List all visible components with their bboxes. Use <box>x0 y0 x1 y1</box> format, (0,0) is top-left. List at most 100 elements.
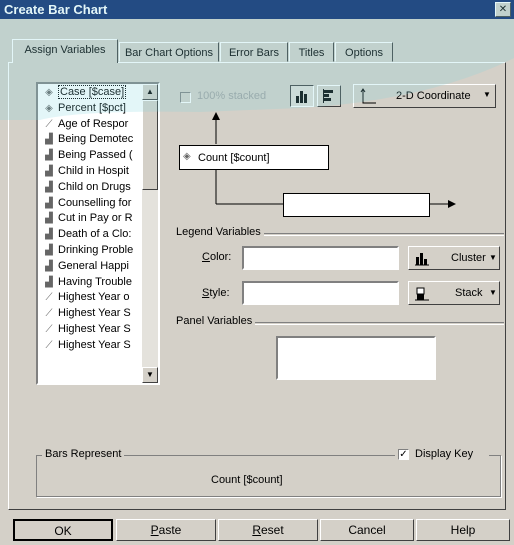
chevron-down-icon: ▼ <box>489 253 497 262</box>
coordinate-label: 2-D Coordinate <box>396 90 471 102</box>
style-field[interactable] <box>242 281 399 305</box>
y-axis-value: Count [$count] <box>198 152 270 164</box>
scroll-down-icon[interactable]: ▼ <box>142 367 158 383</box>
cancel-button[interactable]: Cancel <box>320 519 414 541</box>
legend-title: Legend Variables <box>173 226 264 238</box>
coordinate-dropdown[interactable]: 2-D Coordinate ▼ <box>353 84 496 108</box>
nominal-icon: ▟ <box>45 260 53 272</box>
scale-icon: ◈ <box>183 151 191 162</box>
tab-bar-chart-options[interactable]: Bar Chart Options <box>119 42 219 62</box>
list-item-label: Highest Year S <box>58 322 131 335</box>
list-item[interactable]: ▟ Death of a Clo: <box>38 226 158 242</box>
list-item[interactable]: ▟ Cut in Pay or R <box>38 210 158 226</box>
nominal-icon: ▟ <box>45 197 53 209</box>
list-item[interactable]: ◈ Percent [$pct] <box>38 100 158 116</box>
list-item-label: Child on Drugs <box>58 180 131 193</box>
nominal-icon: ▟ <box>45 134 53 146</box>
cluster-label: Cluster <box>451 252 486 264</box>
nominal-icon: ▟ <box>45 150 53 162</box>
stacked-label: 100% stacked <box>197 90 267 102</box>
scale-icon: ◈ <box>45 87 53 98</box>
list-item[interactable]: ▟ Child in Hospit <box>38 163 158 179</box>
axes-icon <box>360 88 376 104</box>
ruler-icon: ⟋ <box>45 323 53 335</box>
variable-list-scrollbar[interactable]: ▲ ▼ <box>142 84 158 383</box>
list-item[interactable]: ▟ Being Passed ( <box>38 147 158 163</box>
nominal-icon: ▟ <box>45 276 53 288</box>
x-axis-field[interactable] <box>283 193 430 217</box>
display-key-wrap: ✓ Display Key <box>395 448 489 462</box>
list-item-label: Drinking Proble <box>58 243 134 256</box>
list-item[interactable]: ⟋ Highest Year S <box>38 337 158 353</box>
list-item-label: Being Demotec <box>58 133 134 146</box>
list-item[interactable]: ▟ Child on Drugs <box>38 179 158 195</box>
scroll-up-icon[interactable]: ▲ <box>142 84 158 100</box>
list-item[interactable]: ⟋ Highest Year S <box>38 305 158 321</box>
style-label: Style: <box>202 287 230 299</box>
list-item[interactable]: ▟ Drinking Proble <box>38 242 158 258</box>
color-label: Color: <box>202 251 232 263</box>
list-item-label: Highest Year S <box>58 307 131 320</box>
list-item-label: Having Trouble <box>58 275 132 288</box>
list-item[interactable]: ⟋ Highest Year S <box>38 321 158 337</box>
list-item[interactable]: ▟ Counselling for <box>38 195 158 211</box>
close-icon[interactable]: ✕ <box>495 2 511 17</box>
cluster-icon <box>415 253 429 266</box>
display-key-checkbox[interactable]: ✓ <box>398 449 409 460</box>
list-item[interactable]: ▟ General Happi <box>38 258 158 274</box>
horizontal-bars-button[interactable] <box>317 85 341 107</box>
list-item-label: Case [$case] <box>58 85 127 99</box>
help-button[interactable]: Help <box>416 519 510 541</box>
tab-assign-variables[interactable]: Assign Variables <box>12 39 118 63</box>
nominal-icon: ▟ <box>45 165 53 177</box>
tab-options[interactable]: Options <box>335 42 393 62</box>
list-item[interactable]: ▟ Being Demotec <box>38 131 158 147</box>
list-item-label: Cut in Pay or R <box>58 212 133 225</box>
window-title: Create Bar Chart <box>4 2 108 17</box>
panel-field[interactable] <box>276 336 436 380</box>
list-item-label: Death of a Clo: <box>58 228 132 241</box>
list-item[interactable]: ⟋ Highest Year o <box>38 289 158 305</box>
stack-icon <box>415 287 429 301</box>
list-item-label: Percent [$pct] <box>58 101 126 114</box>
list-item-label: Counselling for <box>58 196 132 209</box>
stack-label: Stack <box>455 287 483 299</box>
display-key-label: Display Key <box>415 448 474 460</box>
nominal-icon: ▟ <box>45 213 53 225</box>
ok-button[interactable]: OK <box>13 519 113 541</box>
list-item-label: Highest Year o <box>58 291 130 304</box>
paste-button[interactable]: Paste <box>116 519 216 541</box>
panel-title: Panel Variables <box>173 315 256 327</box>
reset-button[interactable]: Reset <box>218 519 318 541</box>
list-item-label: Age of Respor <box>58 117 129 130</box>
color-field[interactable] <box>242 246 399 270</box>
tab-error-bars[interactable]: Error Bars <box>220 42 288 62</box>
cluster-dropdown[interactable]: Cluster ▼ <box>408 246 500 270</box>
list-item-label: Being Passed ( <box>58 149 133 162</box>
vertical-bars-icon <box>296 91 307 103</box>
scale-icon: ◈ <box>45 102 53 114</box>
ruler-icon: ⟋ <box>45 292 53 304</box>
stacked-checkbox[interactable] <box>180 92 191 103</box>
list-item[interactable]: ⟋ Age of Respor <box>38 116 158 132</box>
chevron-down-icon: ▼ <box>483 90 491 99</box>
list-item-label: Child in Hospit <box>58 164 129 177</box>
bars-represent-title: Bars Represent <box>42 448 125 460</box>
vertical-bars-button[interactable] <box>290 85 314 107</box>
nominal-icon: ▟ <box>45 181 53 193</box>
tab-titles[interactable]: Titles <box>289 42 334 62</box>
nominal-icon: ▟ <box>45 229 53 241</box>
stack-dropdown[interactable]: Stack ▼ <box>408 281 500 305</box>
list-item[interactable]: ▟ Having Trouble <box>38 274 158 290</box>
ruler-icon: ⟋ <box>45 308 53 320</box>
chevron-down-icon: ▼ <box>489 288 497 297</box>
horizontal-bars-icon <box>323 89 333 103</box>
nominal-icon: ▟ <box>45 244 53 256</box>
y-axis-field[interactable]: ◈ Count [$count] <box>179 145 329 170</box>
list-item-label: General Happi <box>58 259 129 272</box>
ruler-icon: ⟋ <box>45 118 53 130</box>
list-item[interactable]: ◈ Case [$case] <box>38 84 158 100</box>
scroll-thumb[interactable] <box>142 100 158 190</box>
list-item-label: Highest Year S <box>58 338 131 351</box>
title-bar: Create Bar Chart ✕ <box>0 0 514 19</box>
